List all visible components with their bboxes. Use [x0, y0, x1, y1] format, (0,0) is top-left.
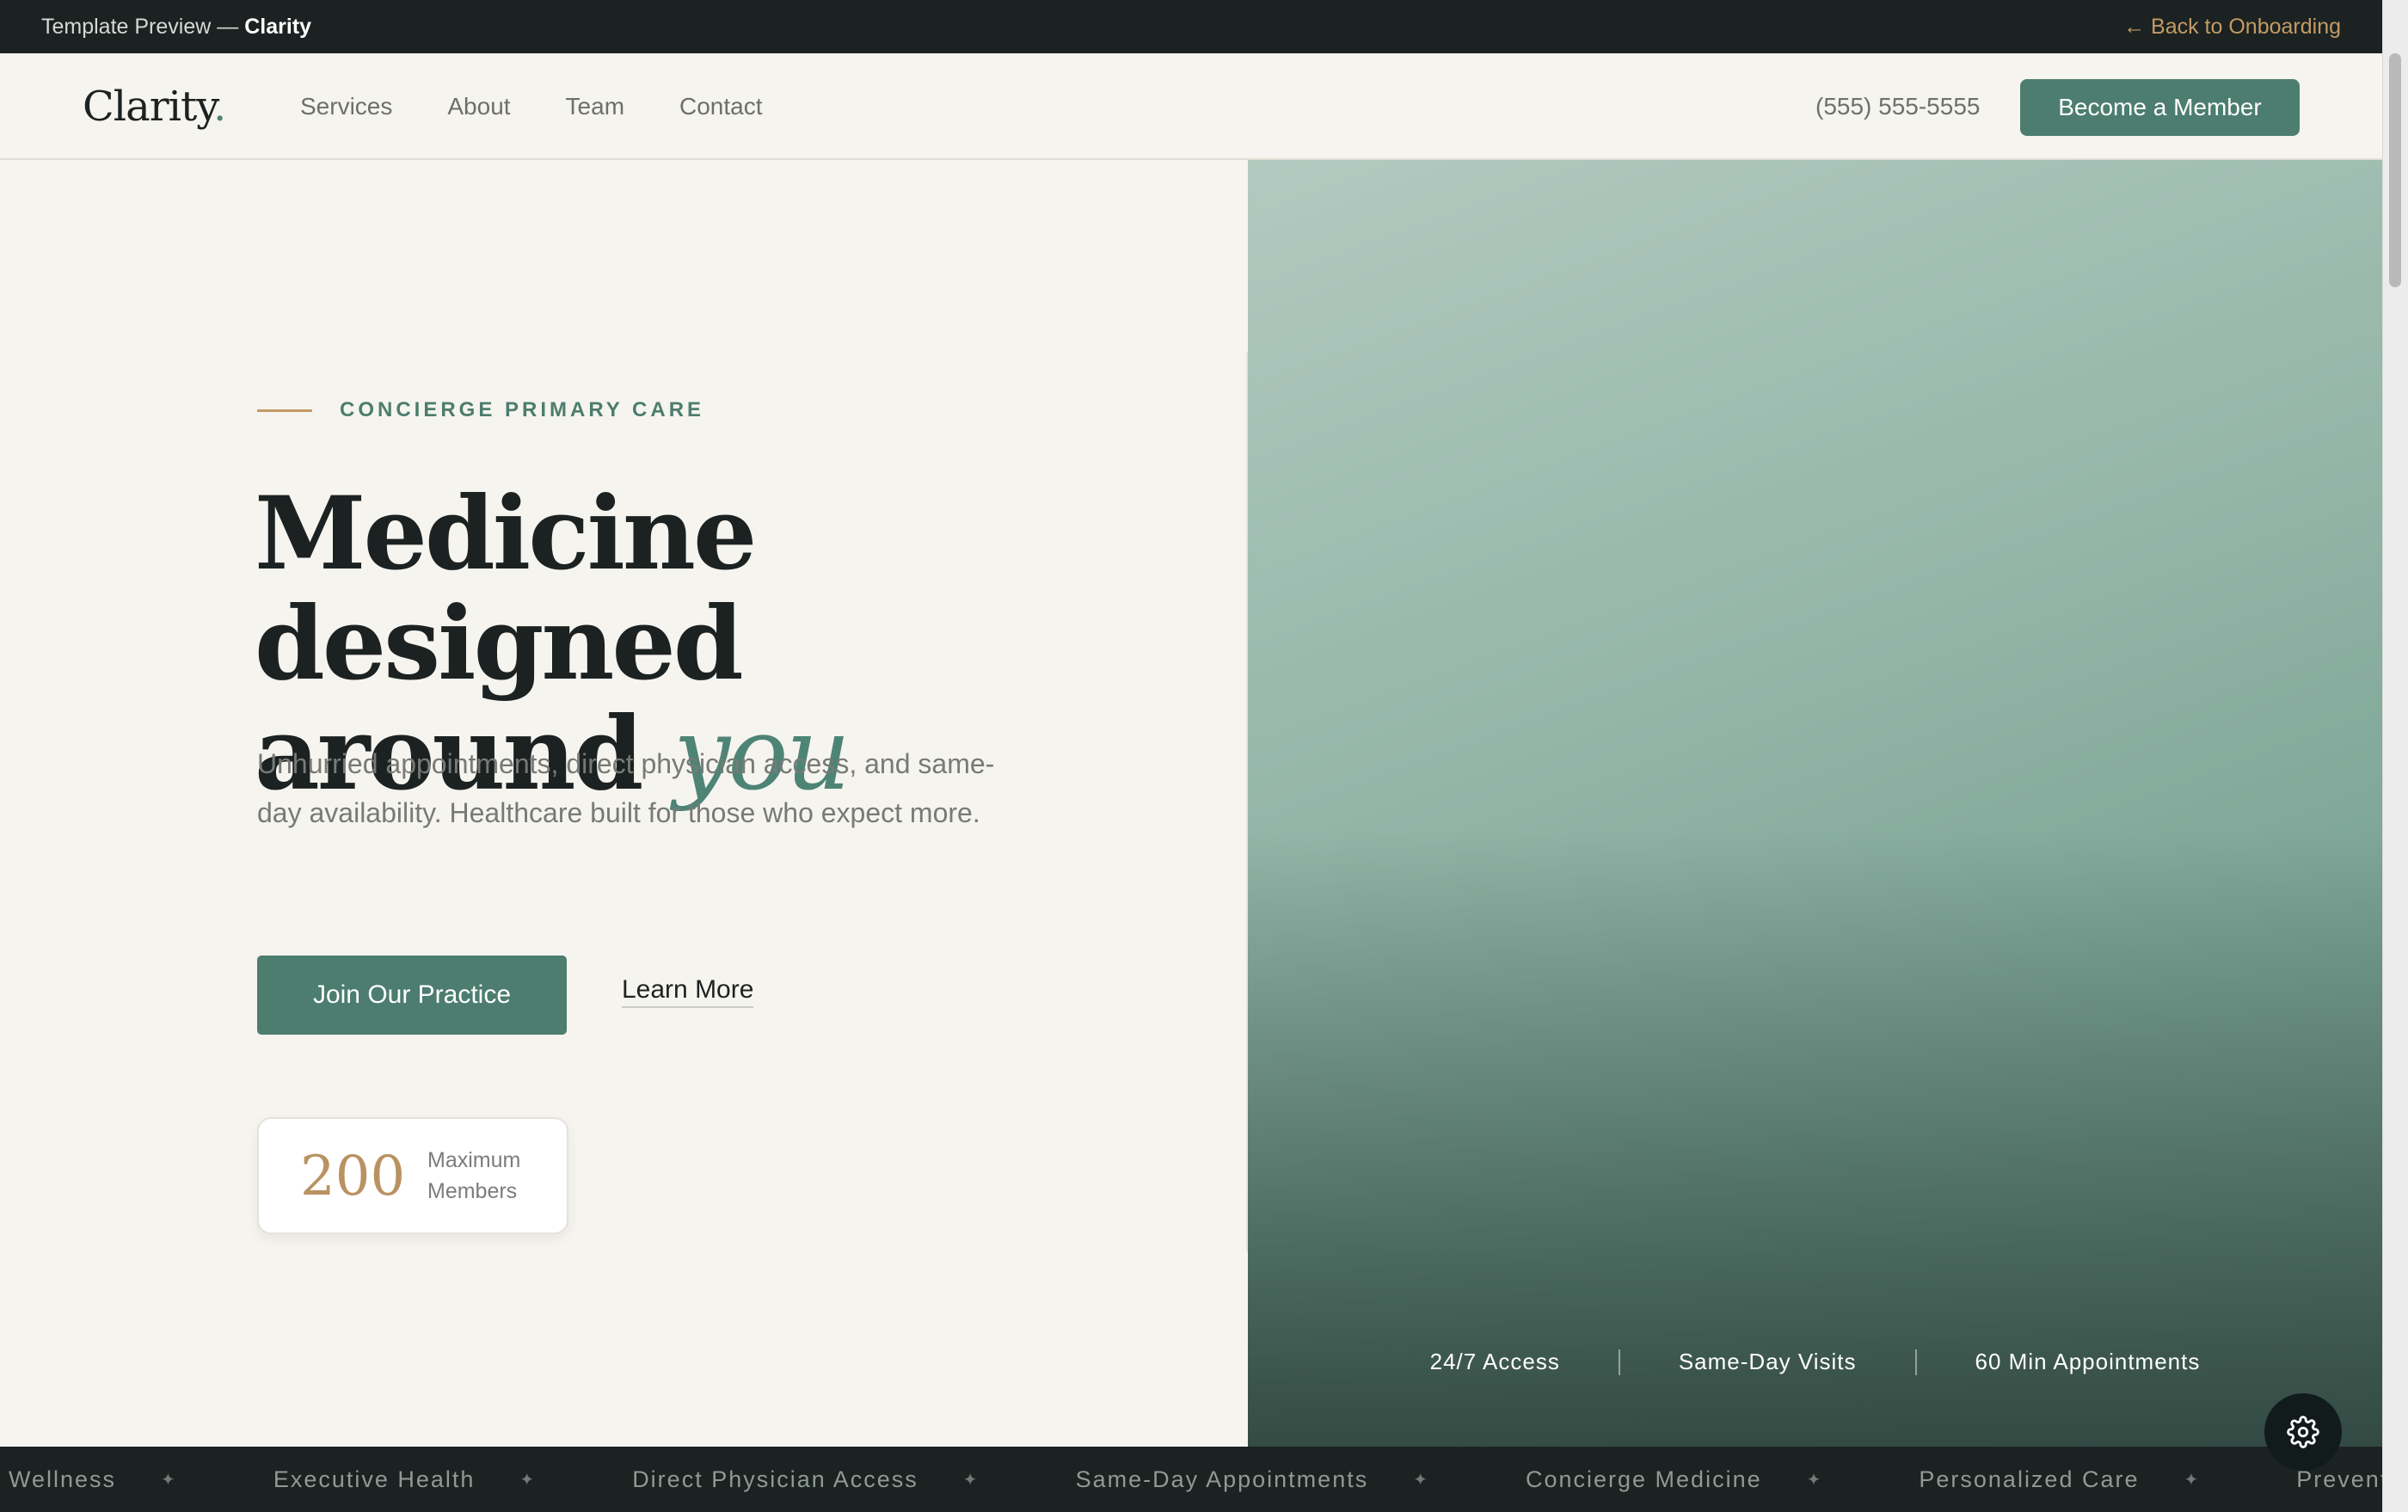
back-to-onboarding-link[interactable]: ← Back to Onboarding — [2123, 15, 2341, 40]
ticker-item: Wellness — [9, 1466, 117, 1492]
services-ticker: Wellness ✦ Executive Health ✦ Direct Physi… — [0, 1447, 2382, 1512]
member-stat-card: 200 Maximum Members — [257, 1117, 568, 1234]
star-icon: ✦ — [1806, 1470, 1823, 1490]
ticker-item: Executive Health — [273, 1466, 476, 1492]
nav-link-services[interactable]: Services — [300, 93, 392, 120]
feature-strip: 24/7 Access Same-Day Visits 60 Min Appoi… — [1248, 1349, 2382, 1375]
logo[interactable]: Clarity. — [83, 83, 226, 131]
feature-divider — [1914, 1349, 1917, 1375]
star-icon: ✦ — [2184, 1470, 2201, 1490]
join-practice-button[interactable]: Join Our Practice — [257, 956, 567, 1035]
learn-more-link[interactable]: Learn More — [622, 975, 754, 1008]
nav-link-about[interactable]: About — [447, 93, 510, 120]
hero-eyebrow: CONCIERGE PRIMARY CARE — [340, 398, 705, 421]
star-icon: ✦ — [519, 1470, 537, 1490]
template-preview-bar: Template Preview — Clarity ← Back to Onb… — [0, 0, 2408, 53]
hero-subtext: Unhurried appointments, direct physician… — [257, 748, 995, 828]
feature-item: 60 Min Appointments — [1975, 1349, 2201, 1374]
preview-title: Template Preview — Clarity — [41, 15, 312, 39]
phone-number-link[interactable]: (555) 555-5555 — [1815, 93, 1980, 120]
nav-link-team[interactable]: Team — [566, 93, 624, 120]
ticker-track: Wellness ✦ Executive Health ✦ Direct Physi… — [9, 1447, 2382, 1512]
nav-links: Services About Team Contact — [300, 93, 763, 120]
settings-button[interactable] — [2264, 1393, 2342, 1471]
feature-divider — [1618, 1349, 1620, 1375]
feature-item: 24/7 Access — [1429, 1349, 1560, 1374]
scrollbar-thumb[interactable] — [2389, 53, 2401, 287]
hero-image — [1248, 160, 2382, 1447]
star-icon: ✦ — [1413, 1470, 1429, 1490]
gear-icon — [2287, 1416, 2319, 1448]
ticker-item: Concierge Medicine — [1525, 1466, 1762, 1492]
become-member-button[interactable]: Become a Member — [2020, 79, 2300, 136]
template-name: Clarity — [244, 15, 312, 39]
stat-label: Maximum Members — [427, 1148, 521, 1203]
nav-link-contact[interactable]: Contact — [679, 93, 763, 120]
ticker-item: Same-Day Appointments — [1075, 1466, 1369, 1492]
ticker-item: Direct Physician Access — [632, 1466, 918, 1492]
ticker-item: Personalized Care — [1919, 1466, 2140, 1492]
star-icon: ✦ — [962, 1470, 980, 1490]
site-navbar: Clarity. Services About Team Contact (55… — [0, 53, 2382, 160]
feature-item: Same-Day Visits — [1678, 1349, 1857, 1374]
eyebrow-line — [257, 409, 312, 412]
stat-number: 200 — [300, 1145, 406, 1208]
star-icon: ✦ — [161, 1470, 177, 1490]
